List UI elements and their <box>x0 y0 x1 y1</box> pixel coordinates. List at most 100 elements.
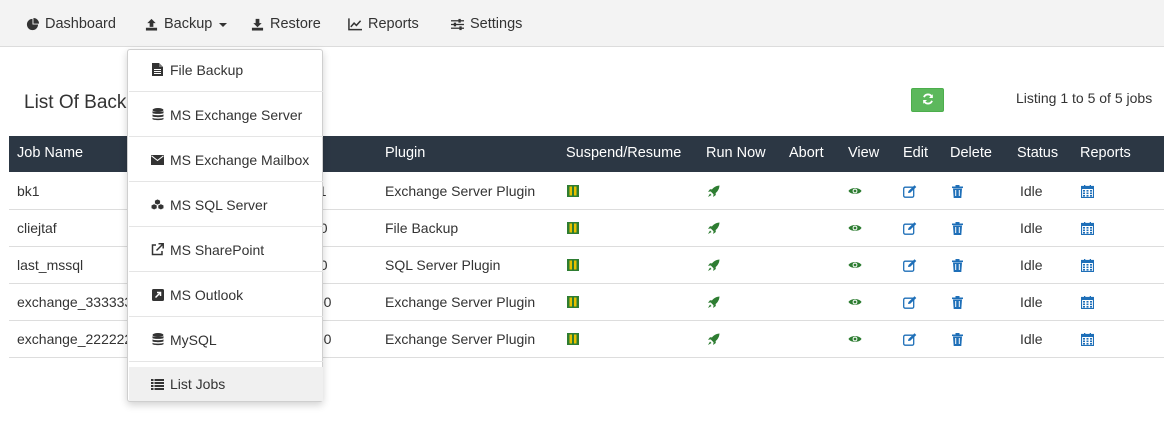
rocket-icon[interactable] <box>706 332 720 346</box>
calendar-icon[interactable] <box>1080 184 1094 198</box>
menu-item-list-jobs[interactable]: List Jobs <box>129 367 323 401</box>
edit-icon[interactable] <box>903 221 917 235</box>
menu-divider <box>129 136 323 137</box>
trash-icon[interactable] <box>950 258 964 272</box>
nav-backup[interactable]: Backup <box>144 15 228 33</box>
nav-restore[interactable]: Restore <box>250 15 321 33</box>
job-status: Idle <box>1020 220 1043 236</box>
header-run-now: Run Now <box>706 145 766 161</box>
nav-reports-label: Reports <box>368 16 419 32</box>
header-abort: Abort <box>789 145 824 161</box>
nav-settings[interactable]: Settings <box>450 15 522 33</box>
calendar-icon[interactable] <box>1080 258 1094 272</box>
list-icon <box>151 378 164 391</box>
eye-icon[interactable] <box>848 332 862 346</box>
job-name: exchange_333333 <box>17 294 133 310</box>
page-title: List Of Back <box>24 92 127 113</box>
job-plugin: Exchange Server Plugin <box>385 294 536 310</box>
upload-icon <box>144 17 158 31</box>
eye-icon[interactable] <box>848 258 862 272</box>
file-icon <box>151 63 164 76</box>
header-plugin: Plugin <box>385 145 426 161</box>
rocket-icon[interactable] <box>706 184 720 198</box>
trash-icon[interactable] <box>950 184 964 198</box>
trash-icon[interactable] <box>950 221 964 235</box>
job-name: exchange_222222 <box>17 331 133 347</box>
header-view: View <box>848 145 880 161</box>
job-status: Idle <box>1020 257 1043 273</box>
trash-icon[interactable] <box>950 332 964 346</box>
refresh-button[interactable] <box>911 88 944 112</box>
menu-divider <box>129 91 323 92</box>
pause-icon[interactable] <box>566 221 580 235</box>
rocket-icon[interactable] <box>706 295 720 309</box>
menu-item-ms-exchange-mailbox[interactable]: MS Exchange Mailbox <box>129 142 323 177</box>
pause-icon[interactable] <box>566 184 580 198</box>
menu-divider <box>129 181 323 182</box>
header-delete: Delete <box>950 145 992 161</box>
trash-icon[interactable] <box>950 295 964 309</box>
job-status: Idle <box>1020 294 1043 310</box>
menu-item-file-backup[interactable]: File Backup <box>129 52 323 87</box>
pie-chart-icon <box>25 17 39 31</box>
cubes-icon <box>151 198 164 211</box>
menu-item-label: MS Exchange Server <box>170 106 303 123</box>
pause-icon[interactable] <box>566 295 580 309</box>
job-name: cliejtaf <box>17 220 57 236</box>
envelope-icon <box>151 153 164 166</box>
job-plugin: SQL Server Plugin <box>385 257 501 273</box>
menu-divider <box>129 226 323 227</box>
menu-divider <box>129 316 323 317</box>
header-job-name: Job Name <box>17 145 84 161</box>
header-status: Status <box>1017 145 1059 161</box>
backup-dropdown-menu: File Backup MS Exchange Server MS Exchan… <box>127 49 323 402</box>
chevron-down-icon <box>219 22 228 27</box>
eye-icon[interactable] <box>848 184 862 198</box>
calendar-icon[interactable] <box>1080 221 1094 235</box>
menu-divider <box>129 361 323 362</box>
pause-icon[interactable] <box>566 258 580 272</box>
menu-divider <box>129 271 323 272</box>
menu-item-mysql[interactable]: MySQL <box>129 322 323 357</box>
eye-icon[interactable] <box>848 221 862 235</box>
outlook-icon <box>151 288 164 301</box>
database-icon <box>151 333 164 346</box>
calendar-icon[interactable] <box>1080 295 1094 309</box>
eye-icon[interactable] <box>848 295 862 309</box>
job-status: Idle <box>1020 331 1043 347</box>
rocket-icon[interactable] <box>706 258 720 272</box>
top-navbar: Dashboard Backup Restore Reports Setting… <box>0 0 1164 47</box>
nav-dashboard-label: Dashboard <box>45 16 116 32</box>
nav-reports[interactable]: Reports <box>348 15 419 33</box>
menu-item-label: MS SQL Server <box>170 196 268 213</box>
nav-restore-label: Restore <box>270 16 321 32</box>
menu-item-label: List Jobs <box>170 376 226 392</box>
nav-dashboard[interactable]: Dashboard <box>25 15 116 33</box>
database-icon <box>151 108 164 121</box>
header-suspend: Suspend/Resume <box>566 145 682 161</box>
sliders-icon <box>450 17 464 31</box>
job-status: Idle <box>1020 183 1043 199</box>
menu-item-label: File Backup <box>170 61 244 78</box>
download-icon <box>250 17 264 31</box>
refresh-icon <box>922 92 934 108</box>
job-plugin: Exchange Server Plugin <box>385 331 536 347</box>
menu-item-label: MS Exchange Mailbox <box>170 151 310 168</box>
rocket-icon[interactable] <box>706 221 720 235</box>
job-plugin: Exchange Server Plugin <box>385 183 536 199</box>
edit-icon[interactable] <box>903 184 917 198</box>
line-chart-icon <box>348 17 362 31</box>
header-edit: Edit <box>903 145 928 161</box>
menu-item-ms-sharepoint[interactable]: MS SharePoint <box>129 232 323 267</box>
edit-icon[interactable] <box>903 258 917 272</box>
header-reports: Reports <box>1080 145 1131 161</box>
pause-icon[interactable] <box>566 332 580 346</box>
menu-item-ms-outlook[interactable]: MS Outlook <box>129 277 323 312</box>
edit-icon[interactable] <box>903 295 917 309</box>
menu-item-ms-exchange-server[interactable]: MS Exchange Server <box>129 97 323 132</box>
menu-item-ms-sql-server[interactable]: MS SQL Server <box>129 187 323 222</box>
edit-icon[interactable] <box>903 332 917 346</box>
calendar-icon[interactable] <box>1080 332 1094 346</box>
menu-item-label: MS SharePoint <box>170 241 265 258</box>
job-name: last_mssql <box>17 257 84 273</box>
